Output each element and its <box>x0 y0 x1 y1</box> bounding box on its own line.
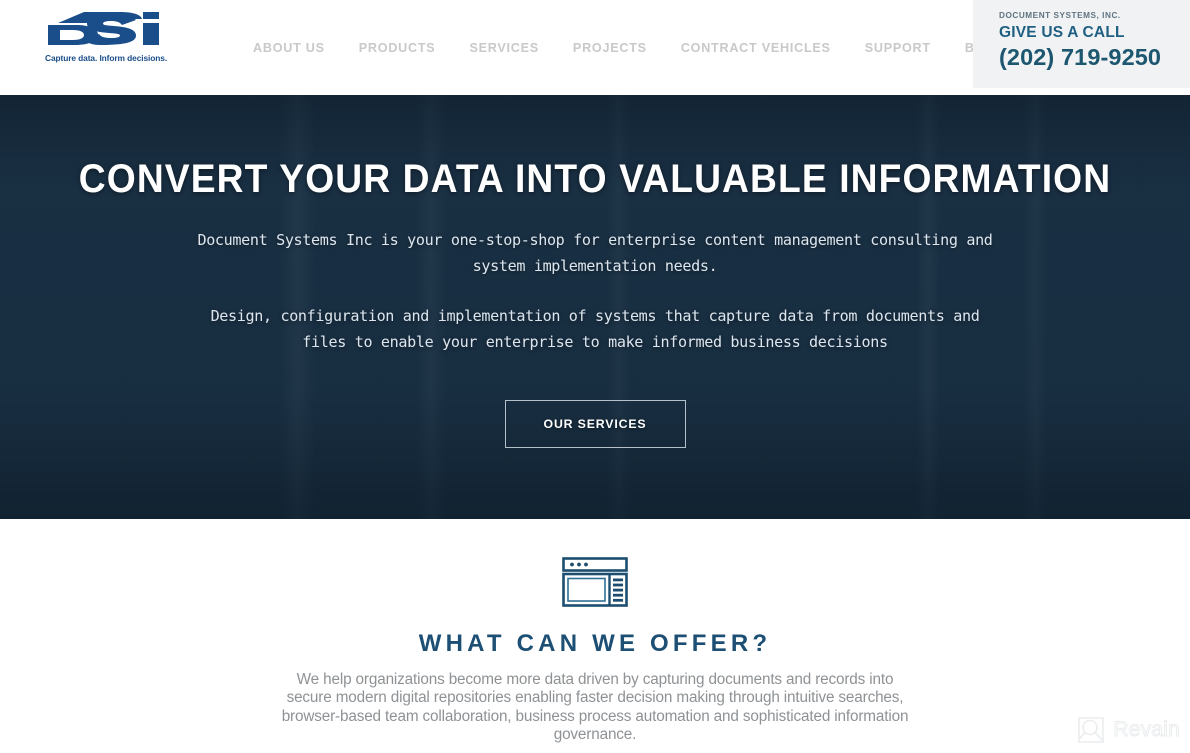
contact-phone-number[interactable]: (202) 719-9250 <box>999 44 1190 71</box>
dsi-logo[interactable]: Capture data. Inform decisions. <box>44 9 172 71</box>
nav-item-services[interactable]: SERVICES <box>452 41 555 55</box>
site-header: Capture data. Inform decisions. ABOUT US… <box>0 0 1190 95</box>
nav-item-support[interactable]: SUPPORT <box>848 41 948 55</box>
hero-content: CONVERT YOUR DATA INTO VALUABLE INFORMAT… <box>0 95 1190 449</box>
contact-call-box[interactable]: DOCUMENT SYSTEMS, INC. GIVE US A CALL (2… <box>973 0 1190 88</box>
nav-item-about-us[interactable]: ABOUT US <box>236 41 342 55</box>
contact-call-label: GIVE US A CALL <box>999 24 1125 41</box>
nav-item-products[interactable]: PRODUCTS <box>342 41 453 55</box>
hero-paragraph-1: Document Systems Inc is your one-stop-sh… <box>197 231 993 275</box>
offer-description: We help organizations become more data d… <box>281 671 909 744</box>
hero-title: CONVERT YOUR DATA INTO VALUABLE INFORMAT… <box>78 157 1112 201</box>
nav-item-projects[interactable]: PROJECTS <box>556 41 664 55</box>
nav-item-contract-vehicles[interactable]: CONTRACT VEHICLES <box>664 41 848 55</box>
our-services-button[interactable]: OUR SERVICES <box>504 400 686 449</box>
hero-paragraph-2: Design, configuration and implementation… <box>210 307 980 351</box>
dsi-logo-mark <box>44 9 172 55</box>
revain-magnifier-logo <box>1078 717 1105 743</box>
revain-watermark-label: Revain <box>1113 718 1180 742</box>
contact-company-name: DOCUMENT SYSTEMS, INC. <box>999 11 1121 20</box>
what-we-offer-section: WHAT CAN WE OFFER? We help organizations… <box>0 519 1190 753</box>
hero-section: CONVERT YOUR DATA INTO VALUABLE INFORMAT… <box>0 95 1190 519</box>
main-navigation: ABOUT US PRODUCTS SERVICES PROJECTS CONT… <box>236 0 1021 95</box>
revain-watermark: Revain <box>1076 715 1180 745</box>
window-layout-icon <box>561 556 629 608</box>
offer-heading: WHAT CAN WE OFFER? <box>418 630 772 657</box>
